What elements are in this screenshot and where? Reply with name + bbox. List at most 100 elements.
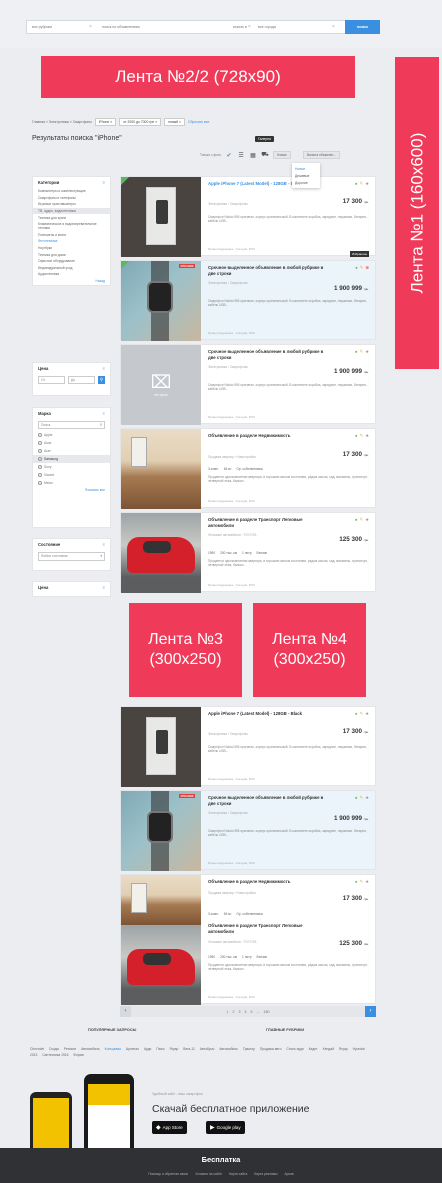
- star-icon[interactable]: ★: [365, 433, 369, 439]
- sort-option[interactable]: Новые: [292, 165, 320, 172]
- listing-photo[interactable]: [121, 513, 201, 593]
- search-input[interactable]: поиск по объявлениям: [99, 21, 219, 33]
- page-link[interactable]: 4: [245, 1010, 247, 1014]
- footer-link[interactable]: Вега-11: [183, 1047, 195, 1051]
- price-header[interactable]: Цена ≡: [33, 363, 110, 374]
- clear-icon[interactable]: ×: [248, 21, 251, 33]
- footer-link[interactable]: Кольцевая: [105, 1047, 121, 1051]
- page-link[interactable]: 1: [227, 1010, 229, 1014]
- edit-icon[interactable]: ✎: [360, 433, 364, 439]
- listing-title[interactable]: Срочное выделенное объявление в любой ру…: [208, 795, 326, 806]
- footer-link[interactable]: Сталь ауди: [286, 1047, 303, 1051]
- sort-select[interactable]: Новые: [273, 151, 291, 159]
- category-item[interactable]: Техника для дома: [33, 251, 110, 258]
- filter-chip-price[interactable]: от 2000 до 7000 грн ×: [119, 118, 162, 126]
- listing-title[interactable]: Срочное выделенное объявление в любой ру…: [208, 265, 326, 276]
- hide-icon[interactable]: ●: [355, 711, 358, 717]
- search-icon[interactable]: ⚲: [97, 376, 105, 384]
- footer-bottom-link[interactable]: Помощь и обратная связь: [148, 1172, 188, 1176]
- price-to-input[interactable]: До: [67, 376, 95, 384]
- footer-link[interactable]: Ретикон: [64, 1047, 76, 1051]
- hide-icon[interactable]: ●: [355, 517, 358, 523]
- search-button[interactable]: поиск: [345, 20, 380, 34]
- star-icon[interactable]: ★: [365, 349, 369, 355]
- listing-photo[interactable]: [121, 791, 201, 871]
- hide-icon[interactable]: ●: [355, 795, 358, 801]
- category-item[interactable]: Фототехника: [33, 238, 110, 245]
- footer-link[interactable]: Chevrolet: [30, 1047, 44, 1051]
- hide-icon[interactable]: ●: [355, 349, 358, 355]
- footer-bottom-link[interactable]: Условия на сайте: [195, 1172, 222, 1176]
- category-item[interactable]: Игровые приставки/игры: [33, 201, 110, 208]
- page-link[interactable]: 5: [251, 1010, 253, 1014]
- price-from-input[interactable]: От: [38, 376, 65, 384]
- brand-option[interactable]: Samsung: [33, 455, 110, 463]
- footer-link[interactable]: Сантехника 1916: [42, 1053, 68, 1057]
- page-link[interactable]: 2: [233, 1010, 235, 1014]
- state-header[interactable]: Состояние ≡: [33, 539, 110, 550]
- clear-icon[interactable]: ×: [89, 21, 92, 33]
- listing-title[interactable]: Объявление в рaзделе Недвижимость: [208, 879, 326, 885]
- hide-icon[interactable]: ●: [355, 181, 358, 187]
- category-item[interactable]: Аудиотехника: [33, 271, 110, 278]
- hide-icon[interactable]: ●: [355, 433, 358, 439]
- grid-view-icon[interactable]: ▦: [249, 151, 257, 159]
- listing-card[interactable]: Apple iPhone 7 (Latest Model) - 128GB - …: [120, 176, 376, 257]
- chevron-icon[interactable]: ≡: [103, 180, 105, 185]
- listing-photo[interactable]: ⌧ нет фото: [121, 345, 201, 425]
- footer-link[interactable]: Автомобиль: [81, 1047, 100, 1051]
- ad-banner-side[interactable]: Лента №1 (160x600): [395, 57, 439, 369]
- brand-search-input[interactable]: Поиск ⚲: [38, 421, 105, 429]
- edit-icon[interactable]: ✎: [360, 517, 364, 523]
- listing-title[interactable]: Объявление в рaзделе Транспорт Легковые …: [208, 923, 326, 934]
- listing-title[interactable]: Срочное выделенное объявление в любой ру…: [208, 349, 326, 360]
- edit-icon[interactable]: ✎: [360, 879, 364, 885]
- brand-option[interactable]: Sony: [33, 463, 110, 471]
- listing-photo[interactable]: [121, 429, 201, 509]
- category-item[interactable]: Ноутбуки: [33, 245, 110, 252]
- categories-header[interactable]: Категории ≡: [33, 177, 110, 188]
- hide-icon[interactable]: ●: [355, 265, 358, 271]
- footer-link[interactable]: Трактор: [243, 1047, 255, 1051]
- radio-icon[interactable]: [38, 441, 42, 445]
- brand-option[interactable]: Acer: [33, 447, 110, 455]
- google-play-button[interactable]: ▶ Google play: [206, 1121, 245, 1134]
- footer-link[interactable]: Арсенал: [126, 1047, 139, 1051]
- listing-title[interactable]: Apple iPhone 7 (Latest Model) - 128GB - …: [208, 711, 326, 717]
- edit-icon[interactable]: ✎: [360, 265, 364, 271]
- filter-icon[interactable]: ≡: [103, 585, 105, 590]
- chevron-right-icon[interactable]: ›: [365, 1006, 376, 1017]
- brand-header[interactable]: Марка ≡: [33, 408, 110, 419]
- brands-show-all-link[interactable]: Показать все: [33, 487, 110, 494]
- filter-chip-state[interactable]: новый ×: [164, 118, 186, 126]
- page-link[interactable]: 3: [239, 1010, 241, 1014]
- radio-icon[interactable]: [38, 473, 42, 477]
- footer-link[interactable]: Ягуар: [339, 1047, 348, 1051]
- listing-photo[interactable]: [121, 875, 201, 925]
- sort-option[interactable]: Дешевые: [292, 172, 320, 179]
- star-icon[interactable]: ★: [365, 181, 369, 187]
- footer-link[interactable]: Пежо: [156, 1047, 164, 1051]
- listing-card[interactable]: Объявление в рaзделе Недвижимость ● ✎ ★ Пр…: [120, 428, 376, 509]
- ad-banner-mid-left[interactable]: Лента №3 (300x250): [129, 603, 242, 697]
- footer-link[interactable]: Кадет: [309, 1047, 318, 1051]
- ad-banner-top[interactable]: Лента №2/2 (728x90): [41, 56, 355, 98]
- check-icon[interactable]: ✔: [225, 151, 233, 159]
- search-icon[interactable]: ⚲: [100, 422, 102, 428]
- chevron-left-icon[interactable]: ‹: [120, 1006, 131, 1017]
- category-item[interactable]: Смартфоны и телефоны: [33, 195, 110, 202]
- listing-card[interactable]: СРОЧНОЕ Срочное выделенное объявление в …: [120, 790, 376, 871]
- star-icon[interactable]: ★: [365, 795, 369, 801]
- footer-bottom-link[interactable]: Карта рекламы: [254, 1172, 277, 1176]
- footer-link[interactable]: Автобусы: [200, 1047, 215, 1051]
- state-select[interactable]: Любое состояние ▾: [38, 552, 105, 561]
- app-store-button[interactable]: ◆ App Store: [152, 1121, 187, 1134]
- category-select[interactable]: все рубрики: [29, 21, 89, 33]
- category-item[interactable]: Техника для кухни: [33, 214, 110, 221]
- footer-bottom-link[interactable]: Карта сайта: [229, 1172, 247, 1176]
- filter-chip-model[interactable]: iPhone ×: [94, 118, 117, 126]
- listing-title[interactable]: Объявление в рaзделе Недвижимость: [208, 433, 326, 439]
- page-link-last[interactable]: 180: [264, 1010, 270, 1014]
- footer-link[interactable]: Ягуар: [169, 1047, 178, 1051]
- radio-icon[interactable]: [38, 457, 42, 461]
